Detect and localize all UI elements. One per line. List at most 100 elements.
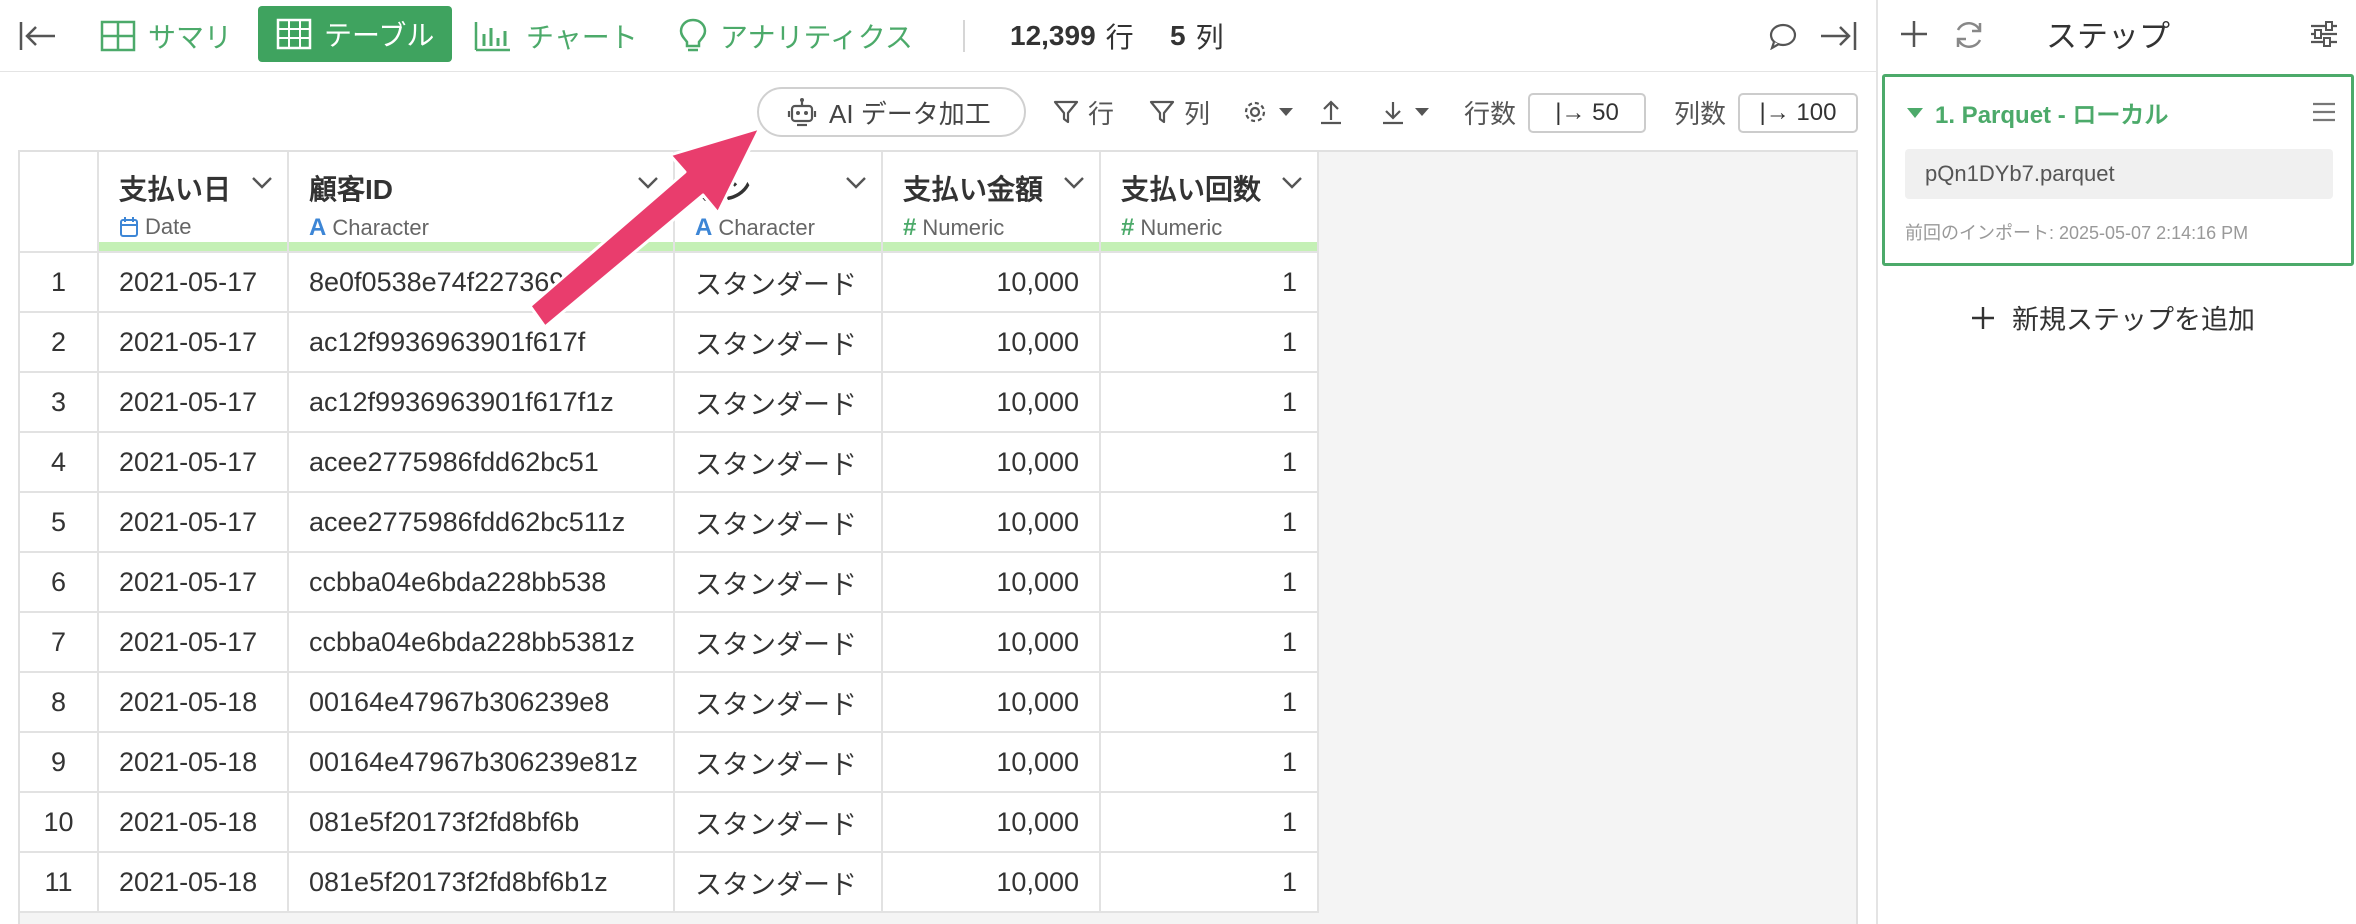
row-filter-button[interactable]: 行 [1052,87,1114,137]
table-cell[interactable]: 1 [1100,792,1319,853]
table-cell[interactable]: 10,000 [882,792,1101,853]
row-number[interactable]: 1 [20,252,99,313]
table-cell[interactable]: 10,000 [882,552,1101,613]
collapse-right-icon[interactable] [1818,0,1858,72]
lightbulb-icon [679,18,707,52]
tab-analytics[interactable]: アナリティクス [678,0,913,72]
table-cell[interactable]: スタンダード [674,252,883,313]
table-cell[interactable]: 10,000 [882,672,1101,733]
row-number[interactable]: 9 [20,732,99,793]
table-cell[interactable]: 2021-05-17 [98,432,289,493]
table-row: 8 2021-05-18 00164e47967b306239e8 スタンダード 10,… [20,672,1319,733]
tab-summary[interactable]: サマリ [100,0,232,72]
table-cell[interactable]: 00164e47967b306239e81z [288,732,675,793]
table-cell[interactable]: 1 [1100,312,1319,373]
row-number[interactable]: 2 [20,312,99,373]
table-cell[interactable]: スタンダード [674,432,883,493]
table-cell[interactable]: 1 [1100,852,1319,913]
table-cell[interactable]: 2021-05-18 [98,732,289,793]
table-cell[interactable]: 10,000 [882,432,1101,493]
settings-dropdown[interactable] [1240,87,1302,137]
table-cell[interactable]: 2021-05-18 [98,852,289,913]
chevron-down-icon[interactable] [1281,176,1303,190]
table-cell[interactable]: 10,000 [882,372,1101,433]
table-cell[interactable]: 081e5f20173f2fd8bf6b [288,792,675,853]
chevron-down-icon[interactable] [251,176,273,190]
table-cell[interactable]: 1 [1100,492,1319,553]
column-filter-button[interactable]: 列 [1148,87,1210,137]
columns-limit-input[interactable]: |→ 100 [1738,93,1858,133]
table-cell[interactable]: 2021-05-17 [98,492,289,553]
collapse-left-icon[interactable] [18,0,58,72]
table-cell[interactable]: スタンダード [674,672,883,733]
table-cell[interactable]: スタンダード [674,312,883,373]
chevron-down-icon[interactable] [845,176,867,190]
table-cell[interactable]: 2021-05-17 [98,552,289,613]
add-step-button[interactable]: 新規ステップを追加 [1970,298,2255,337]
rows-limit-input[interactable]: |→ 50 [1528,93,1646,133]
table-cell[interactable]: スタンダード [674,372,883,433]
table-cell[interactable]: 00164e47967b306239e8 [288,672,675,733]
table-cell[interactable]: acee2775986fdd62bc51 [288,432,675,493]
row-number[interactable]: 11 [20,852,99,913]
row-number[interactable]: 5 [20,492,99,553]
chevron-down-icon[interactable] [637,176,659,190]
tab-table[interactable]: テーブル [258,6,453,62]
column-header-3[interactable]: ラン A Character [674,152,883,253]
sliders-icon[interactable] [2308,18,2340,50]
table-cell[interactable]: スタンダード [674,492,883,553]
table-cell[interactable]: 081e5f20173f2fd8bf6b1z [288,852,675,913]
table-cell[interactable]: 2021-05-17 [98,372,289,433]
row-number[interactable]: 10 [20,792,99,853]
row-number[interactable]: 3 [20,372,99,433]
column-header-1[interactable]: 支払い日 Date [98,152,289,253]
table-cell[interactable]: 10,000 [882,492,1101,553]
table-cell[interactable]: 1 [1100,672,1319,733]
table-cell[interactable]: 1 [1100,372,1319,433]
column-header-5[interactable]: 支払い回数 # Numeric [1100,152,1319,253]
table-cell[interactable]: 2021-05-17 [98,312,289,373]
hamburger-menu-icon[interactable] [2311,101,2337,123]
table-cell[interactable]: 1 [1100,612,1319,673]
table-cell[interactable]: 1 [1100,552,1319,613]
table-cell[interactable]: 1 [1100,252,1319,313]
row-number[interactable]: 6 [20,552,99,613]
upload-icon[interactable] [1318,87,1352,137]
table-cell[interactable]: 1 [1100,732,1319,793]
table-cell[interactable]: 2021-05-17 [98,252,289,313]
refresh-icon[interactable] [1952,18,1986,52]
ai-data-processing-button[interactable]: AI データ加工 [757,87,1026,137]
column-header-2[interactable]: 顧客ID A Character [288,152,675,253]
row-number[interactable]: 7 [20,612,99,673]
step-title[interactable]: 1. Parquet - ローカル [1907,95,2168,130]
table-cell[interactable]: 2021-05-18 [98,672,289,733]
table-cell[interactable]: スタンダード [674,732,883,793]
table-cell[interactable]: スタンダード [674,852,883,913]
table-cell[interactable]: 10,000 [882,252,1101,313]
table-cell[interactable]: 2021-05-17 [98,612,289,673]
table-cell[interactable]: 8e0f0538e74f227369c [288,252,675,313]
table-cell[interactable]: ccbba04e6bda228bb538 [288,552,675,613]
plus-icon[interactable] [1898,18,1930,50]
table-cell[interactable]: 2021-05-18 [98,792,289,853]
comment-icon[interactable] [1768,0,1798,72]
tab-chart[interactable]: チャート [474,0,638,72]
table-cell[interactable]: ccbba04e6bda228bb5381z [288,612,675,673]
table-cell[interactable]: 1 [1100,432,1319,493]
table-cell[interactable]: ac12f9936963901f617f [288,312,675,373]
table-cell[interactable]: スタンダード [674,612,883,673]
download-dropdown[interactable] [1380,87,1438,137]
column-header-4[interactable]: 支払い金額 # Numeric [882,152,1101,253]
table-cell[interactable]: スタンダード [674,792,883,853]
table-cell[interactable]: スタンダード [674,552,883,613]
row-number[interactable]: 4 [20,432,99,493]
table-cell[interactable]: 10,000 [882,852,1101,913]
table-cell[interactable]: 10,000 [882,732,1101,793]
table-cell[interactable]: 10,000 [882,312,1101,373]
row-number[interactable]: 8 [20,672,99,733]
chevron-down-icon[interactable] [1063,176,1085,190]
step-card-parquet[interactable]: 1. Parquet - ローカル pQn1DYb7.parquet 前回のイン… [1882,74,2354,266]
table-cell[interactable]: 10,000 [882,612,1101,673]
table-cell[interactable]: acee2775986fdd62bc511z [288,492,675,553]
table-cell[interactable]: ac12f9936963901f617f1z [288,372,675,433]
